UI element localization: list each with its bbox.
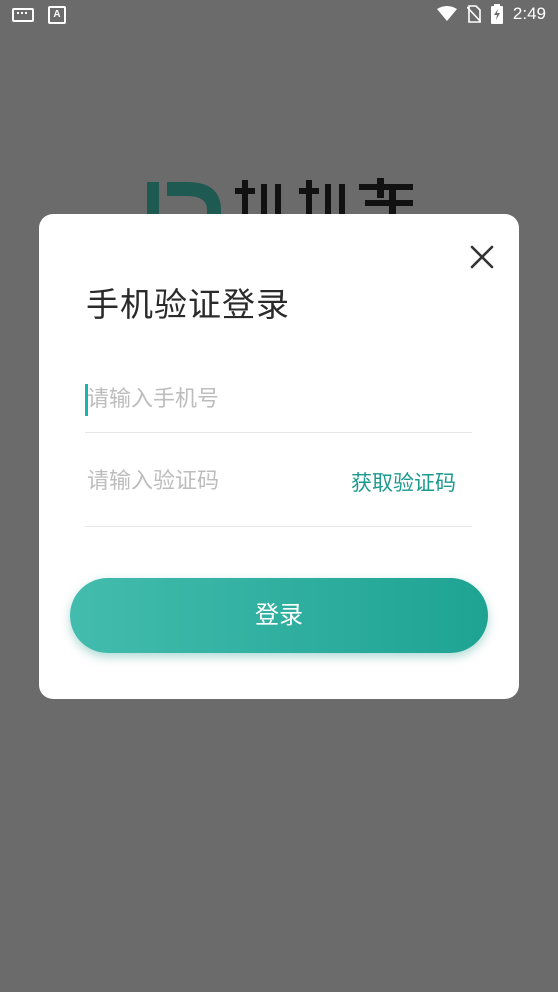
close-icon[interactable] (469, 244, 495, 270)
status-bar: A 2:49 (0, 0, 558, 30)
dialog-title: 手机验证登录 (86, 285, 290, 324)
status-right: 2:49 (436, 4, 546, 24)
login-button[interactable]: 登录 (70, 578, 488, 653)
login-dialog: 手机验证登录 获取验证码 登录 (39, 214, 519, 699)
status-time: 2:49 (512, 4, 546, 23)
background-app-logo (147, 178, 413, 220)
no-sim-icon (466, 5, 481, 23)
phone-input[interactable] (85, 374, 337, 424)
get-code-button[interactable]: 获取验证码 (351, 467, 456, 497)
keyboard-icon (12, 8, 34, 22)
verification-code-input[interactable] (85, 456, 337, 506)
code-field: 获取验证码 (85, 456, 472, 527)
wifi-icon (436, 6, 457, 21)
phone-field (85, 374, 472, 433)
text-a-icon: A (48, 6, 66, 24)
battery-charging-icon (490, 4, 503, 24)
status-left: A (12, 6, 66, 24)
